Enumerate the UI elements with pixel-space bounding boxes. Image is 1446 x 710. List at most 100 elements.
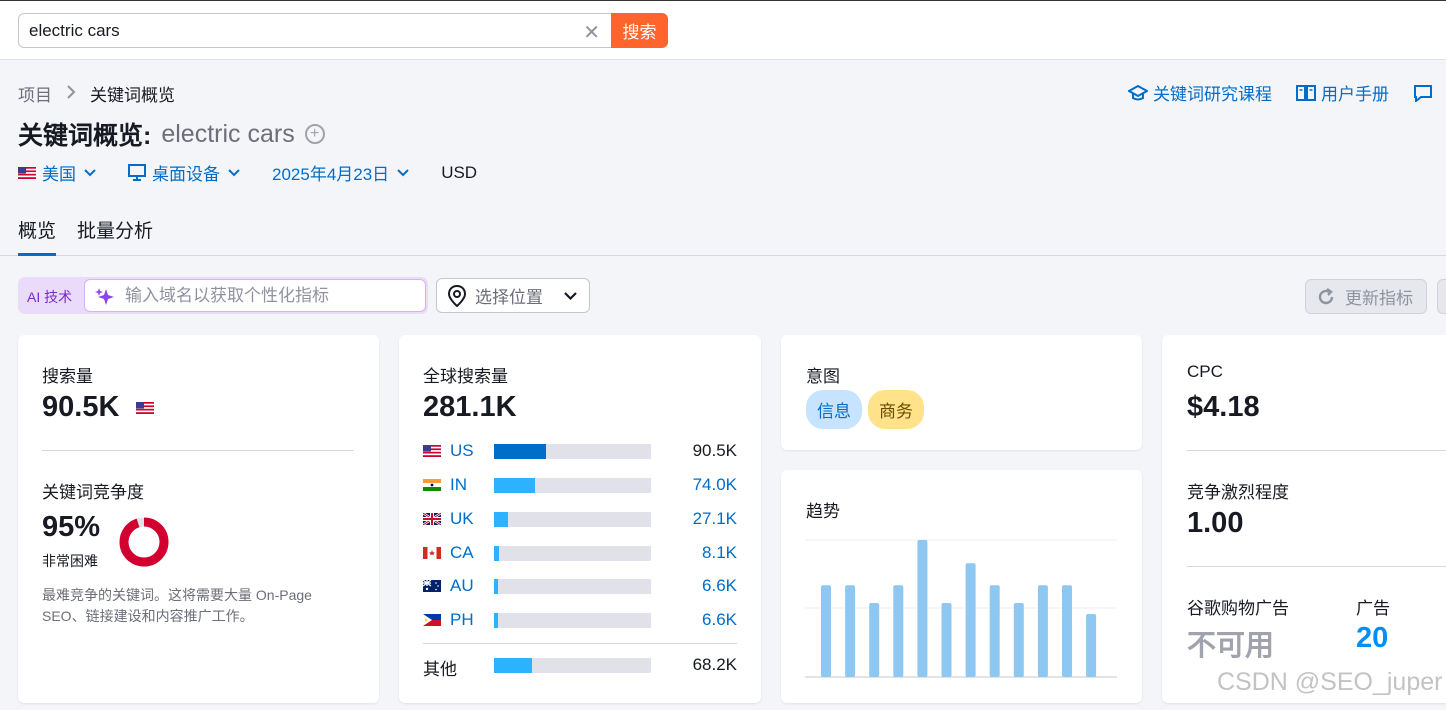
global-volume-label: 全球搜索量 [423, 367, 508, 386]
country-bar-fill [494, 613, 498, 628]
tab-overview[interactable]: 概览 [18, 216, 57, 256]
other-label: 其他 [423, 660, 457, 679]
trend-bar[interactable] [965, 563, 976, 677]
trend-bar[interactable] [1013, 603, 1024, 677]
shopping-ads-value: 不可用 [1187, 630, 1275, 662]
country-filter[interactable]: 美国 [18, 160, 96, 185]
top-search-bar: ✕ 搜索 [0, 0, 1446, 60]
country-code[interactable]: CA [450, 543, 474, 563]
country-code[interactable]: AU [450, 576, 474, 596]
feedback-link[interactable] [1413, 84, 1438, 102]
ai-label: AI 技术 [27, 289, 73, 305]
country-volume[interactable]: 74.0K [693, 475, 737, 495]
country-bar-bg [494, 512, 651, 527]
watermark: CSDN @SEO_juper [1217, 668, 1443, 696]
cpc-card: CPC $4.18 竞争激烈程度 1.00 谷歌购物广告 不可用 广告 20 [1162, 335, 1446, 703]
intent-badge-commercial[interactable]: 商务 [868, 390, 924, 429]
location-select[interactable]: 选择位置 [436, 278, 590, 313]
tab-bar: 概览 批量分析 [0, 216, 1446, 256]
trend-bar[interactable] [869, 603, 880, 677]
filters-row: 美国 桌面设备 2025年4月23日 USD [18, 160, 509, 185]
country-bar-fill [494, 512, 509, 527]
trend-bar[interactable] [989, 585, 1000, 677]
user-manual-link[interactable]: 用户手册 [1296, 80, 1389, 105]
graduation-cap-icon [1128, 84, 1148, 100]
country-code[interactable]: IN [450, 475, 467, 495]
country-volume[interactable]: 8.1K [702, 543, 737, 563]
keyword-research-course-link[interactable]: 关键词研究课程 [1128, 80, 1272, 105]
date-filter[interactable]: 2025年4月23日 [272, 160, 409, 185]
chevron-down-icon [228, 168, 240, 176]
country-code[interactable]: UK [450, 509, 474, 529]
us-flag-icon [18, 166, 36, 179]
ads-value[interactable]: 20 [1356, 622, 1388, 655]
more-button[interactable] [1437, 279, 1446, 314]
kd-donut-fill [119, 517, 169, 567]
us-flag-icon [423, 445, 441, 457]
breadcrumb-current: 关键词概览 [90, 86, 175, 105]
country-volume[interactable]: 6.6K [702, 576, 737, 596]
refresh-metrics-button[interactable]: 更新指标 [1305, 279, 1427, 314]
ai-domain-input[interactable] [125, 286, 415, 306]
country-volume[interactable]: 6.6K [702, 610, 737, 630]
manual-link-label: 用户手册 [1321, 85, 1389, 104]
breadcrumb: 项目 关键词概览 [18, 81, 175, 106]
refresh-icon [1318, 287, 1334, 304]
trend-bar[interactable] [845, 585, 856, 677]
trend-bar[interactable] [941, 603, 952, 677]
volume-value: 90.5K [42, 391, 120, 423]
intent-label: 意图 [806, 367, 840, 386]
device-filter[interactable]: 桌面设备 [128, 160, 240, 185]
country-filter-label: 美国 [42, 165, 76, 184]
chevron-down-icon [397, 168, 409, 176]
trend-bar[interactable] [1037, 585, 1048, 677]
country-bar-fill [494, 478, 535, 493]
country-bar-fill [494, 658, 532, 673]
country-code[interactable]: US [450, 441, 474, 461]
add-to-list-icon[interactable]: + [304, 124, 325, 144]
country-row-ca: CA 8.1K [423, 543, 737, 563]
ca-flag-icon [423, 547, 441, 559]
cpc-label: CPC [1187, 362, 1223, 381]
country-row-us: US 90.5K [423, 441, 737, 461]
course-link-label: 关键词研究课程 [1153, 85, 1272, 104]
location-pin-icon [447, 284, 467, 307]
country-volume: 90.5K [692, 441, 737, 460]
clear-icon[interactable]: ✕ [583, 20, 600, 45]
intent-badge-informational[interactable]: 信息 [806, 390, 862, 429]
global-volume-card: 全球搜索量 281.1K US 90.5K IN 74.0K UK 27.1K CA 8.1K… [399, 335, 761, 703]
breadcrumb-projects[interactable]: 项目 [18, 81, 52, 106]
kd-label: 关键词竞争度 [42, 483, 144, 502]
country-bar-fill [494, 546, 499, 561]
au-flag-icon [423, 580, 441, 592]
trend-bar[interactable] [893, 585, 904, 677]
page-title-main: 关键词概览: [18, 122, 152, 150]
header-links: 关键词研究课程 用户手册 [1128, 80, 1446, 105]
trend-card: 趋势 [781, 470, 1142, 703]
country-bar-bg [494, 546, 651, 561]
tab-bulk-analysis[interactable]: 批量分析 [77, 216, 153, 253]
ads-label: 广告 [1356, 599, 1390, 618]
country-bar-bg [494, 579, 651, 594]
trend-bar[interactable] [1086, 613, 1097, 677]
intent-badges: 信息 商务 [806, 390, 930, 429]
intent-card: 意图 信息 商务 [781, 335, 1142, 450]
search-button[interactable]: 搜索 [611, 13, 668, 48]
country-bar-fill [494, 444, 546, 459]
country-row-ph: PH 6.6K [423, 610, 737, 630]
trend-bar[interactable] [821, 585, 831, 677]
ai-domain-field [84, 279, 426, 312]
trend-bar[interactable] [917, 540, 928, 677]
desktop-icon [128, 164, 146, 181]
competition-value: 1.00 [1187, 507, 1244, 539]
trend-bar[interactable] [1062, 585, 1072, 677]
kd-level: 非常困难 [42, 553, 98, 569]
page-title-keyword: electric cars [161, 119, 295, 148]
chevron-down-icon [84, 168, 96, 176]
country-volume[interactable]: 27.1K [693, 509, 737, 529]
kd-percent: 95% [42, 511, 101, 543]
keyword-search-input[interactable] [29, 21, 569, 41]
kd-description: 最难竞争的关键词。这将需要大量 On-Page SEO、链接建设和内容推广工作。 [42, 587, 312, 624]
country-code[interactable]: PH [450, 610, 474, 630]
chevron-down-icon [564, 291, 577, 300]
